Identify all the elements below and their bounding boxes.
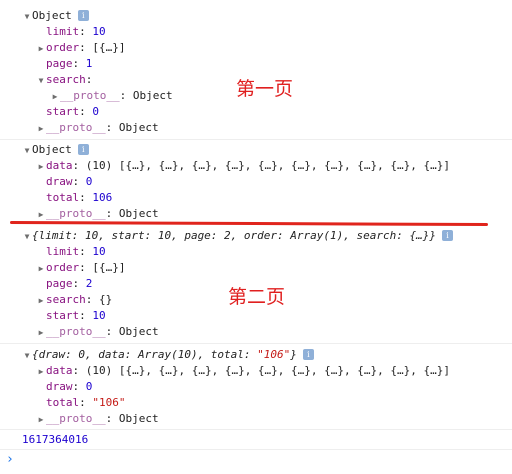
red-separator-line	[9, 220, 489, 227]
info-icon[interactable]: i	[77, 144, 89, 155]
expanded-triangle-icon[interactable]: ▼	[22, 143, 32, 159]
property-row[interactable]: ▶ data: (10) [{…}, {…}, {…}, {…}, {…}, {……	[36, 363, 450, 379]
property-row[interactable]: ▶ __proto__: Object	[50, 88, 173, 104]
timestamp-log: 1617364016	[22, 433, 89, 446]
log-divider	[0, 139, 512, 140]
object-header[interactable]: ▼ {limit: 10, start: 10, page: 2, order: …	[22, 228, 453, 244]
property-row: start: 0	[46, 105, 99, 118]
property-row: total: "106"	[46, 396, 126, 409]
expanded-triangle-icon[interactable]: ▼	[22, 9, 32, 25]
collapsed-triangle-icon[interactable]: ▶	[36, 412, 46, 428]
object-header[interactable]: ▼ {draw: 0, data: Array(10), total: "106"…	[22, 347, 314, 363]
devtools-console: ▼ Object i limit: 10 ▶ order: [{…}] page: 1…	[0, 0, 512, 474]
collapsed-triangle-icon[interactable]: ▶	[36, 261, 46, 277]
collapsed-triangle-icon[interactable]: ▶	[36, 41, 46, 57]
object-header[interactable]: ▼ Object i	[22, 8, 89, 24]
collapsed-triangle-icon[interactable]: ▶	[36, 159, 46, 175]
property-row[interactable]: ▼ search:	[36, 72, 93, 89]
property-row: page: 1	[46, 57, 93, 70]
property-row: total: 106	[46, 191, 113, 204]
log-divider	[0, 343, 512, 344]
console-prompt-icon[interactable]: ›	[6, 452, 14, 467]
property-row[interactable]: ▶ search: {}	[36, 292, 113, 309]
property-row: page: 2	[46, 277, 93, 290]
expanded-triangle-icon[interactable]: ▼	[22, 348, 32, 364]
log-divider	[0, 429, 512, 430]
property-row[interactable]: ▶ __proto__: Object	[36, 120, 159, 136]
collapsed-triangle-icon[interactable]: ▶	[36, 293, 46, 309]
property-row[interactable]: ▶ __proto__: Object	[36, 411, 159, 427]
property-row[interactable]: ▶ data: (10) [{…}, {…}, {…}, {…}, {…}, {……	[36, 158, 450, 174]
property-row[interactable]: ▶ __proto__: Object	[36, 324, 159, 340]
property-row: start: 10	[46, 309, 106, 322]
property-row: draw: 0	[46, 175, 93, 188]
expanded-triangle-icon[interactable]: ▼	[22, 229, 32, 245]
expanded-triangle-icon[interactable]: ▼	[36, 73, 46, 89]
collapsed-triangle-icon[interactable]: ▶	[50, 89, 60, 105]
collapsed-triangle-icon[interactable]: ▶	[36, 364, 46, 380]
collapsed-triangle-icon[interactable]: ▶	[36, 121, 46, 137]
property-row: limit: 10	[46, 245, 106, 258]
property-row[interactable]: ▶ order: [{…}]	[36, 40, 126, 56]
property-row: draw: 0	[46, 380, 93, 393]
property-row[interactable]: ▶ order: [{…}]	[36, 260, 126, 276]
object-header[interactable]: ▼ Object i	[22, 142, 89, 158]
property-row[interactable]: ▶ __proto__: Object	[36, 206, 159, 222]
collapsed-triangle-icon[interactable]: ▶	[36, 325, 46, 341]
page1-annotation: 第一页	[236, 78, 294, 100]
info-icon[interactable]: i	[302, 349, 314, 360]
log-divider	[0, 449, 512, 450]
info-icon[interactable]: i	[441, 230, 453, 241]
property-row: limit: 10	[46, 25, 106, 38]
info-icon[interactable]: i	[77, 10, 89, 21]
page2-annotation: 第二页	[228, 286, 286, 308]
